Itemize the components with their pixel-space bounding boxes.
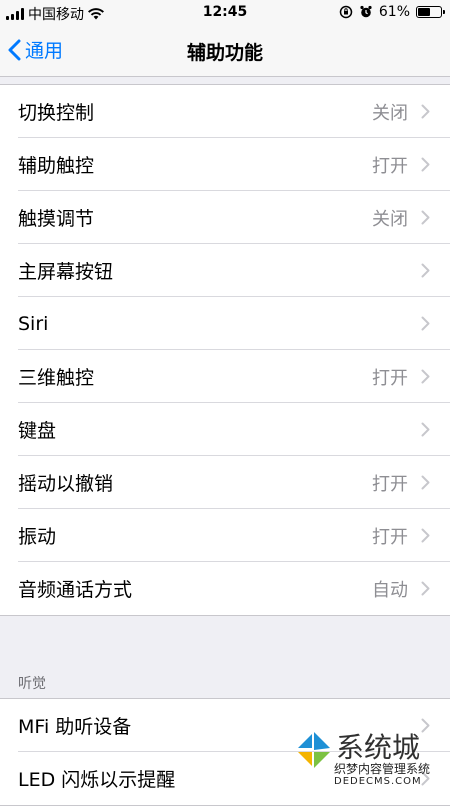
row-value: 关闭 (372, 208, 408, 230)
disclosure-indicator (418, 581, 432, 596)
row-label: 三维触控 (18, 367, 95, 389)
battery-fill (418, 8, 430, 16)
disclosure-indicator (418, 369, 432, 384)
settings-group-main: 切换控制 关闭 辅助触控 打开 触摸调节 关闭 主屏幕按钮 Siri 三维触控 打开 键盘 摇动以撤销… (0, 84, 450, 616)
watermark-line1: 织梦内容管理系统 (334, 762, 431, 776)
watermark-line2: DEDECMS.COM (334, 776, 422, 787)
chevron-right-icon (421, 104, 429, 119)
alarm-icon (360, 5, 372, 18)
row-value: 关闭 (372, 102, 408, 124)
settings-row[interactable]: Siri (0, 297, 450, 350)
orientation-lock-icon (339, 5, 353, 19)
disclosure-indicator (418, 528, 432, 543)
disclosure-indicator (418, 210, 432, 225)
row-label: 主屏幕按钮 (18, 261, 114, 283)
navigation-bar: 通用 辅助功能 (0, 26, 450, 77)
row-label: 键盘 (18, 420, 57, 442)
row-label: 音频通话方式 (18, 579, 133, 601)
status-bar: 中国移动 12:45 61% (0, 0, 450, 26)
disclosure-indicator (418, 316, 432, 331)
disclosure-indicator (418, 422, 432, 437)
row-value: 打开 (372, 155, 408, 177)
status-right: 61% (339, 4, 445, 20)
disclosure-indicator (418, 475, 432, 490)
settings-row[interactable]: 音频通话方式 自动 (0, 562, 450, 615)
row-label: 摇动以撤销 (18, 473, 114, 495)
settings-row[interactable]: 三维触控 打开 (0, 350, 450, 403)
chevron-right-icon (421, 581, 429, 596)
watermark-logo: 系统城 织梦内容管理系统 DEDECMS.COM (294, 726, 444, 794)
row-value: 打开 (372, 473, 408, 495)
settings-row[interactable]: 辅助触控 打开 (0, 138, 450, 191)
row-value: 自动 (372, 579, 408, 601)
chevron-right-icon (421, 157, 429, 172)
chevron-right-icon (421, 369, 429, 384)
settings-row[interactable]: 键盘 (0, 403, 450, 456)
settings-row[interactable]: 摇动以撤销 打开 (0, 456, 450, 509)
row-value: 打开 (372, 526, 408, 548)
row-value: 打开 (372, 367, 408, 389)
disclosure-indicator (418, 157, 432, 172)
disclosure-indicator (418, 104, 432, 119)
section-header-hearing: 听觉 (18, 676, 46, 692)
row-label: 振动 (18, 526, 57, 548)
battery-percent: 61% (378, 4, 410, 20)
row-label: 辅助触控 (18, 155, 95, 177)
chevron-right-icon (421, 316, 429, 331)
page-title: 辅助功能 (186, 42, 263, 64)
settings-row[interactable]: 触摸调节 关闭 (0, 191, 450, 244)
windows-logo-icon (298, 732, 330, 768)
settings-row[interactable]: 主屏幕按钮 (0, 244, 450, 297)
settings-row[interactable]: 振动 打开 (0, 509, 450, 562)
settings-row[interactable]: 切换控制 关闭 (0, 85, 450, 138)
chevron-right-icon (421, 422, 429, 437)
disclosure-indicator (418, 263, 432, 278)
row-label: Siri (18, 312, 49, 335)
row-label: 触摸调节 (18, 208, 95, 230)
row-label: 切换控制 (18, 102, 95, 124)
chevron-right-icon (421, 528, 429, 543)
battery-icon (416, 6, 445, 18)
chevron-right-icon (421, 210, 429, 225)
chevron-right-icon (421, 475, 429, 490)
chevron-right-icon (421, 263, 429, 278)
